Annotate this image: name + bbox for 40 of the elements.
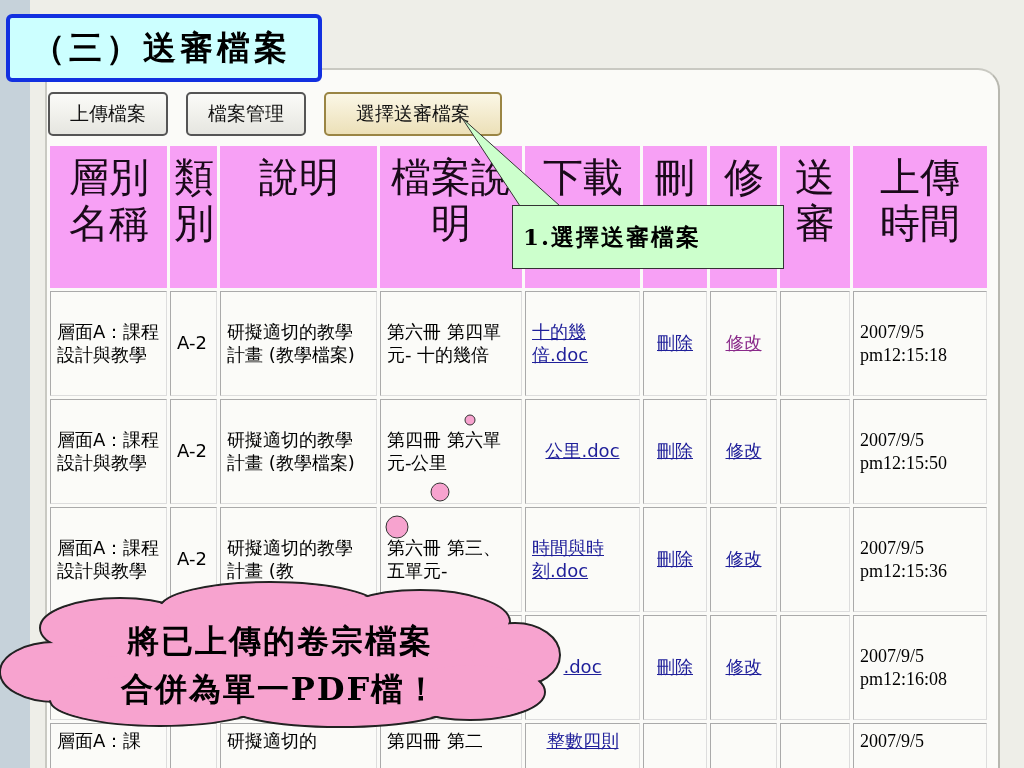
table-cell: 層面A：課 [50, 723, 167, 768]
tab[interactable]: 上傳檔案 [48, 92, 168, 136]
column-header: 上傳時間 [853, 146, 987, 288]
column-header: 送審 [780, 146, 850, 288]
table-cell: 層面A：課程設計與教學 [50, 399, 167, 504]
table-cell: 2007/9/5 pm12:15:36 [853, 507, 987, 612]
edit-link[interactable]: 修改 [725, 440, 762, 463]
table-cell: 2007/9/5 pm12:16:08 [853, 615, 987, 720]
table-cell: A-2 [170, 291, 217, 396]
file-link[interactable]: 公里.doc [545, 440, 620, 463]
slide-title: （三）送審檔案 [32, 26, 291, 69]
table-cell: 研擬適切的教學計畫 (教學檔案) [220, 291, 377, 396]
file-link[interactable]: 時間與時刻.doc [532, 537, 633, 582]
table-cell: 層面A：課程設計與教學 [50, 291, 167, 396]
table-cell: 2007/9/5 pm12:15:50 [853, 399, 987, 504]
table-cell: 2007/9/5 pm12:15:18 [853, 291, 987, 396]
cloud-text: 將已上傳的卷宗檔案 [127, 621, 433, 662]
table-cell: 第六冊 第四單元- 十的幾倍 [380, 291, 522, 396]
column-header: 層別名稱 [50, 146, 167, 288]
delete-link[interactable]: 刪除 [657, 656, 693, 679]
tab[interactable]: 檔案管理 [186, 92, 306, 136]
file-link[interactable]: 整數四則 [546, 730, 619, 753]
table-cell: 2007/9/5 [853, 723, 987, 768]
edit-link[interactable]: 修改 [725, 548, 762, 571]
table-cell: A-2 [170, 399, 217, 504]
column-header: 類別 [170, 146, 217, 288]
cloud-text: 合併為單一PDF檔！ [120, 669, 440, 710]
table-cell: 第四冊 第六單元-公里 [380, 399, 522, 504]
file-link[interactable]: 十的幾倍.doc [532, 321, 633, 366]
delete-link[interactable]: 刪除 [657, 440, 693, 463]
column-header: 說明 [220, 146, 377, 288]
delete-link[interactable]: 刪除 [657, 548, 693, 571]
delete-link[interactable]: 刪除 [657, 332, 693, 355]
edit-link[interactable]: 修改 [725, 656, 762, 679]
table-cell: 研擬適切的教學計畫 (教學檔案) [220, 399, 377, 504]
tab[interactable]: 選擇送審檔案 [324, 92, 502, 136]
table-cell: 第四冊 第二 [380, 723, 522, 768]
edit-link[interactable]: 修改 [725, 332, 762, 355]
file-link[interactable]: .doc [563, 656, 602, 679]
table-cell: 研擬適切的 [220, 723, 377, 768]
